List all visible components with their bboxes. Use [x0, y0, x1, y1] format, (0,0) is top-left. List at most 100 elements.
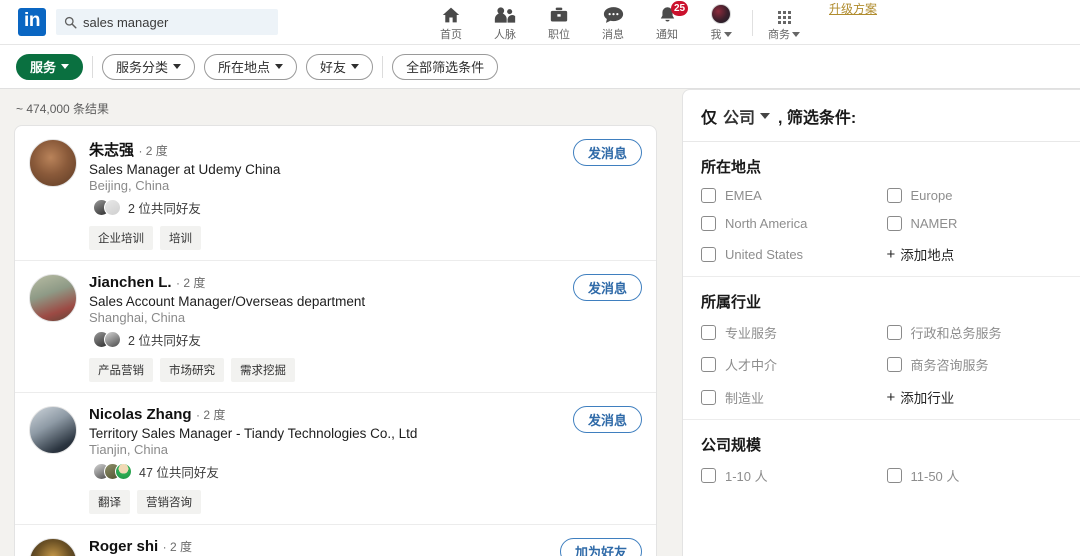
search-icon [64, 16, 77, 29]
filter-pill-all-filters[interactable]: 全部筛选条件 [392, 54, 498, 80]
checkbox-icon[interactable] [701, 216, 716, 231]
notification-badge: 25 [671, 1, 688, 16]
skill-tag[interactable]: 企业培训 [89, 226, 153, 250]
send-message-button[interactable]: 发消息 [573, 139, 642, 166]
result-title: Sales Account Manager/Overseas departmen… [89, 294, 642, 309]
filter-pill-services[interactable]: 服务 [16, 54, 83, 80]
main-stage: ~ 474,000 条结果 朱志强 · 2 度 Sales Manager at… [0, 89, 1080, 556]
nav-item-network[interactable]: 人脉 [478, 0, 532, 45]
avatar[interactable] [29, 139, 77, 187]
filter-option-business-consulting[interactable]: 商务咨询服务 [887, 355, 1063, 374]
filter-option-label: Europe [911, 188, 953, 203]
checkbox-icon[interactable] [701, 247, 716, 262]
nav-item-me[interactable]: 我 [694, 0, 748, 45]
linkedin-logo[interactable]: in [18, 8, 46, 36]
result-action: 发消息 [573, 406, 642, 433]
panel-header-rest: , 筛选条件: [778, 104, 856, 128]
table-row[interactable]: 朱志强 · 2 度 Sales Manager at Udemy China B… [15, 126, 656, 261]
panel-scope-dropdown[interactable]: 公司 [723, 104, 755, 128]
skill-tag[interactable]: 培训 [160, 226, 201, 250]
filter-option-united-states[interactable]: United States [701, 244, 877, 264]
filter-option-staffing[interactable]: 人才中介 [701, 355, 877, 374]
add-industry-label: 添加行业 [900, 387, 954, 407]
checkbox-icon[interactable] [887, 357, 902, 372]
checkbox-icon[interactable] [701, 325, 716, 340]
filter-option-north-america[interactable]: North America [701, 216, 877, 231]
upgrade-plan-link[interactable]: 升级方案 [829, 0, 877, 17]
nav-label-jobs: 职位 [548, 26, 570, 42]
filter-option-namer[interactable]: NAMER [887, 216, 1063, 231]
filter-option-label: 专业服务 [725, 323, 777, 342]
filter-option-admin-services[interactable]: 行政和总务服务 [887, 323, 1063, 342]
company-filter-panel: 仅 公司 , 筛选条件: 所在地点 EMEA Europe [682, 89, 1080, 556]
panel-header: 仅 公司 , 筛选条件: [683, 90, 1080, 142]
result-name[interactable]: 朱志强 [89, 142, 134, 159]
search-input[interactable] [83, 15, 270, 30]
result-location: Tianjin, China [89, 442, 642, 457]
filter-section-title: 所属行业 [701, 291, 1062, 312]
nav-item-notifications[interactable]: 25 通知 [640, 0, 694, 45]
connect-button[interactable]: 加为好友 [560, 538, 642, 556]
nav-item-business[interactable]: 商务 [757, 0, 811, 45]
filter-pill-connections[interactable]: 好友 [306, 54, 373, 80]
mutual-count-label: 47 位共同好友 [139, 462, 219, 481]
filter-option-size-11-50[interactable]: 11-50 人 [887, 466, 1063, 485]
mutual-connections[interactable]: 2 位共同好友 [89, 198, 642, 217]
avatar[interactable] [29, 406, 77, 454]
facepile [93, 463, 132, 480]
filter-pill-service-category[interactable]: 服务分类 [102, 54, 195, 80]
filter-option-size-1-10[interactable]: 1-10 人 [701, 466, 877, 485]
filter-option-manufacturing[interactable]: 制造业 [701, 387, 877, 407]
filter-bar: 服务 服务分类 所在地点 好友 全部筛选条件 [0, 45, 1080, 89]
checkbox-icon[interactable] [887, 325, 902, 340]
table-row[interactable]: Roger shi · 2 度 sales Manager focus on m… [15, 525, 656, 556]
top-navigation-bar: in 首页 人脉 职位 [0, 0, 1080, 45]
avatar[interactable] [29, 538, 77, 556]
filter-pill-services-label: 服务 [30, 57, 56, 76]
add-location-link[interactable]: + 添加地点 [887, 244, 1063, 264]
mutual-connections[interactable]: 47 位共同好友 [89, 462, 642, 481]
briefcase-icon [549, 3, 569, 24]
nav-item-messaging[interactable]: 消息 [586, 0, 640, 45]
result-degree: · 2 度 [138, 144, 167, 158]
chevron-down-icon [724, 32, 732, 37]
nav-label-messaging: 消息 [602, 26, 624, 42]
skill-tags: 企业培训 培训 [89, 226, 642, 250]
checkbox-icon[interactable] [701, 468, 716, 483]
checkbox-icon[interactable] [701, 390, 716, 405]
checkbox-icon[interactable] [887, 188, 902, 203]
table-row[interactable]: Jianchen L. · 2 度 Sales Account Manager/… [15, 261, 656, 393]
filter-option-professional-services[interactable]: 专业服务 [701, 323, 877, 342]
search-box[interactable] [56, 9, 278, 35]
filter-option-europe[interactable]: Europe [887, 188, 1063, 203]
filter-pill-location[interactable]: 所在地点 [204, 54, 297, 80]
chevron-down-icon [792, 32, 800, 37]
result-name[interactable]: Roger shi [89, 538, 158, 555]
send-message-button[interactable]: 发消息 [573, 406, 642, 433]
checkbox-icon[interactable] [701, 188, 716, 203]
skill-tags: 翻译 营销咨询 [89, 490, 642, 514]
add-industry-link[interactable]: + 添加行业 [887, 387, 1063, 407]
grid-icon [778, 3, 791, 24]
nav-item-jobs[interactable]: 职位 [532, 0, 586, 45]
result-action: 发消息 [573, 139, 642, 166]
skill-tag[interactable]: 翻译 [89, 490, 130, 514]
nav-item-home[interactable]: 首页 [424, 0, 478, 45]
chevron-down-icon[interactable] [760, 113, 770, 119]
skill-tag[interactable]: 产品营销 [89, 358, 153, 382]
skill-tag[interactable]: 营销咨询 [137, 490, 201, 514]
table-row[interactable]: Nicolas Zhang · 2 度 Territory Sales Mana… [15, 393, 656, 525]
mutual-connections[interactable]: 2 位共同好友 [89, 330, 642, 349]
checkbox-icon[interactable] [887, 216, 902, 231]
send-message-button[interactable]: 发消息 [573, 274, 642, 301]
result-name[interactable]: Nicolas Zhang [89, 406, 192, 423]
result-name[interactable]: Jianchen L. [89, 274, 172, 291]
filter-section-title: 所在地点 [701, 156, 1062, 177]
skill-tag[interactable]: 需求挖掘 [231, 358, 295, 382]
add-location-label: 添加地点 [900, 244, 954, 264]
skill-tag[interactable]: 市场研究 [160, 358, 224, 382]
filter-option-emea[interactable]: EMEA [701, 188, 877, 203]
checkbox-icon[interactable] [701, 357, 716, 372]
avatar[interactable] [29, 274, 77, 322]
checkbox-icon[interactable] [887, 468, 902, 483]
